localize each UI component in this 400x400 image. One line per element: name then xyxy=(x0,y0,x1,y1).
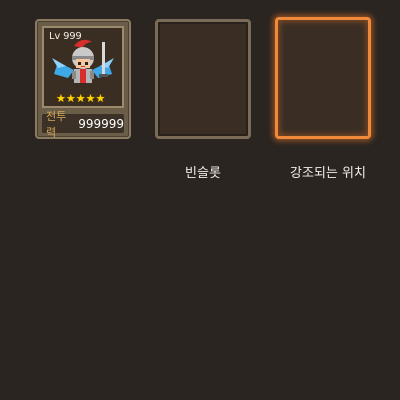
highlighted-slot-caption: 강조되는 위치 xyxy=(290,166,366,181)
highlighted-slot[interactable] xyxy=(275,17,371,139)
star-icon: ★ xyxy=(75,92,86,105)
hero-level: Lv 999 xyxy=(49,31,82,42)
star-icon: ★ xyxy=(56,92,66,105)
empty-slot-caption: 빈슬롯 xyxy=(185,166,221,181)
star-icon: ★ xyxy=(85,92,96,105)
empty-slot[interactable] xyxy=(155,19,251,139)
hero-star-rating: ★ ★ ★ ★ ★ xyxy=(56,93,105,104)
star-icon: ★ xyxy=(65,92,76,105)
combat-power-label: 전투력 xyxy=(46,109,67,139)
combat-power-value: 999999 xyxy=(78,116,124,131)
star-icon: ★ xyxy=(95,92,106,105)
hero-portrait: Lv 999 ★ ★ ★ ★ ★ xyxy=(42,26,124,108)
combat-power-bar: 전투력 999999 xyxy=(42,110,124,139)
hero-card[interactable]: Lv 999 ★ ★ ★ ★ ★ 전투력 999999 xyxy=(35,19,131,139)
